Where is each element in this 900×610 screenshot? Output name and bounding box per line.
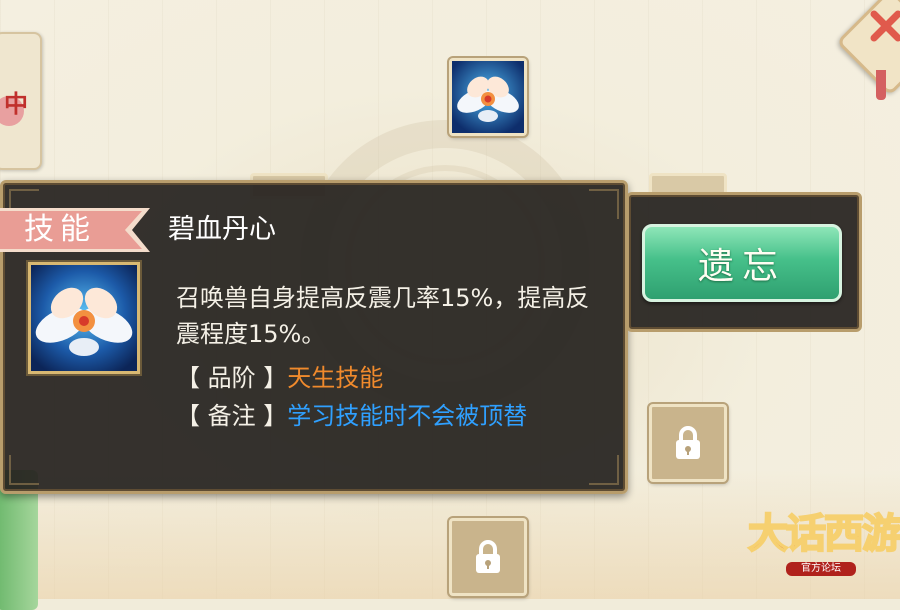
grade-label: 【 品阶 】 bbox=[176, 364, 288, 392]
skill-slot-top[interactable] bbox=[449, 58, 527, 136]
forget-skill-button[interactable]: 遗忘 bbox=[642, 224, 842, 302]
skill-description: 召唤兽自身提高反震几率15%，提高反震程度15%。 bbox=[176, 284, 590, 348]
corner-decoration bbox=[589, 455, 619, 485]
note-value: 学习技能时不会被顶替 bbox=[287, 402, 528, 430]
locked-skill-slot-bottom[interactable] bbox=[449, 518, 527, 596]
game-logo-subtitle: 官方论坛 bbox=[786, 562, 856, 576]
left-tab-label: 中 bbox=[4, 89, 28, 118]
lock-icon bbox=[676, 426, 700, 459]
corner-decoration bbox=[9, 455, 39, 485]
close-x-icon[interactable] bbox=[866, 6, 900, 46]
skill-icon-frame bbox=[28, 262, 140, 374]
close-tassel-icon bbox=[876, 70, 886, 100]
white-lotus-icon bbox=[31, 265, 137, 371]
lock-icon bbox=[476, 540, 500, 573]
category-label: 技能 bbox=[24, 212, 96, 247]
corner-decoration bbox=[589, 189, 619, 219]
locked-skill-slot-right[interactable] bbox=[649, 404, 727, 482]
white-lotus-icon bbox=[452, 61, 524, 133]
grade-row: 【 品阶 】天生技能 bbox=[176, 360, 383, 396]
game-logo-title: 大话西游 bbox=[747, 510, 900, 557]
note-label: 【 备注 】 bbox=[176, 402, 288, 430]
skill-name: 碧血丹心 bbox=[168, 214, 276, 245]
grade-value: 天生技能 bbox=[287, 364, 384, 392]
note-row: 【 备注 】学习技能时不会被顶替 bbox=[176, 398, 527, 434]
